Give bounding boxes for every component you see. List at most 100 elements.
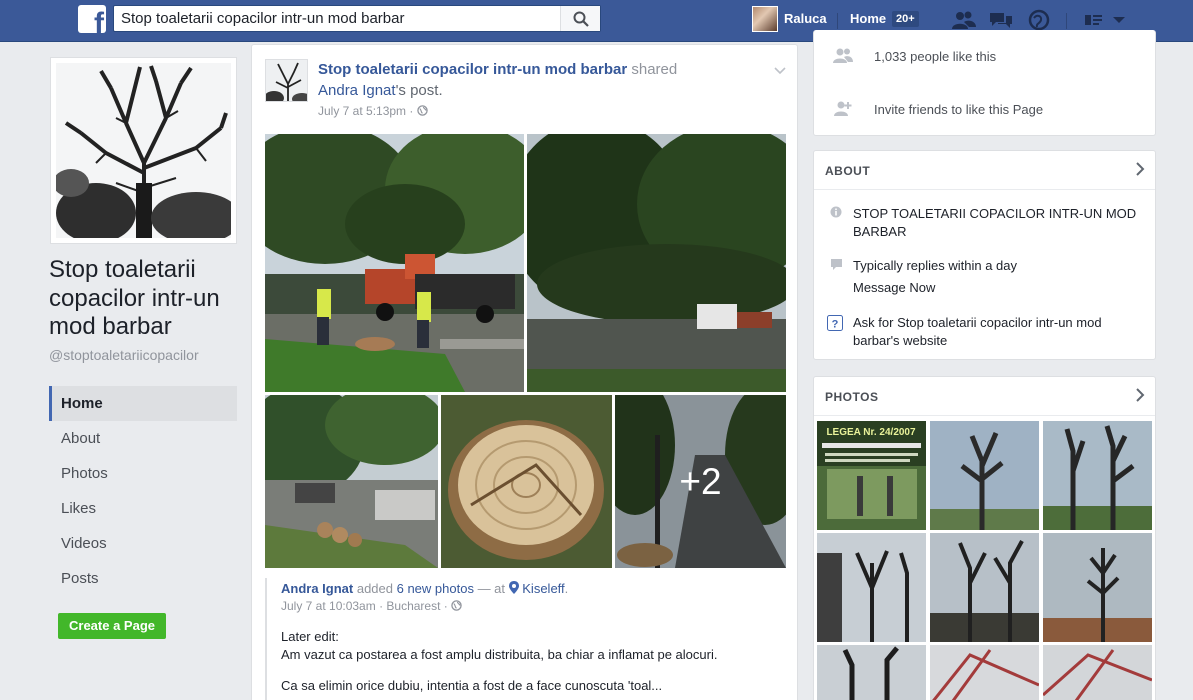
pruned-tree-image xyxy=(930,421,1039,530)
chevron-down-icon xyxy=(1113,17,1125,23)
page-profile-picture[interactable] xyxy=(50,57,237,244)
post-photo-1[interactable] xyxy=(265,134,524,392)
nav-item-likes[interactable]: Likes xyxy=(49,491,237,526)
photo-thumbnail[interactable] xyxy=(930,645,1039,700)
post-author-avatar[interactable] xyxy=(265,59,308,102)
info-icon xyxy=(830,206,842,218)
trees-building-image xyxy=(817,533,926,642)
place-period: . xyxy=(564,581,569,596)
search-icon xyxy=(573,11,589,27)
notifications-icon xyxy=(1028,9,1050,31)
post-shared-label: shared xyxy=(631,61,678,78)
photo-thumbnail[interactable] xyxy=(1043,421,1152,530)
add-friend-icon xyxy=(834,101,852,116)
post-photo-4[interactable] xyxy=(441,395,612,568)
about-see-all-button[interactable] xyxy=(1135,162,1145,181)
shared-added-label: added xyxy=(353,581,397,596)
create-page-button[interactable]: Create a Page xyxy=(58,613,166,639)
nav-item-photos[interactable]: Photos xyxy=(49,456,237,491)
nav-divider xyxy=(837,13,838,29)
messages-icon xyxy=(990,13,1012,28)
home-count-badge: 20+ xyxy=(892,11,919,27)
page-title: Stop toaletarii copacilor intr-un mod ba… xyxy=(49,256,220,340)
friend-requests-button[interactable] xyxy=(951,8,977,32)
about-card-title[interactable]: ABOUT xyxy=(825,164,870,178)
photos-card-title[interactable]: PHOTOS xyxy=(825,390,878,404)
nav-item-home[interactable]: Home xyxy=(49,386,237,421)
post-photo-3[interactable] xyxy=(265,395,438,568)
scaffold-trees-image xyxy=(1043,645,1152,700)
street-trees-image xyxy=(527,134,786,392)
globe-icon xyxy=(451,600,462,611)
pruned-trees-park-image xyxy=(1043,421,1152,530)
chevron-right-icon xyxy=(1136,162,1145,176)
message-now-link[interactable]: Message Now xyxy=(853,279,1145,297)
place-link[interactable]: Kiseleff xyxy=(522,581,564,596)
notifications-button[interactable] xyxy=(1026,8,1052,32)
search-box[interactable] xyxy=(113,5,601,32)
search-input[interactable] xyxy=(121,10,561,27)
nav-item-posts[interactable]: Posts xyxy=(49,561,237,596)
photo-thumbnail[interactable]: LEGEA Nr. 24/2007 xyxy=(817,421,926,530)
quick-help-button[interactable] xyxy=(1084,8,1104,32)
post-timestamp[interactable]: July 7 at 5:13pm xyxy=(318,104,406,118)
post-shared-from: Andra Ignat's post. xyxy=(318,82,443,99)
shared-timestamp[interactable]: July 7 at 10:03am xyxy=(281,599,376,613)
divider xyxy=(814,189,1155,190)
post-options-button[interactable] xyxy=(774,62,786,80)
shared-timestamp-row: July 7 at 10:03am · Bucharest · xyxy=(281,599,462,613)
tree-stump-image xyxy=(441,395,612,568)
workers-wood-chipper-image xyxy=(265,134,524,392)
timestamp-separator: · xyxy=(409,104,414,118)
logo-letter: f xyxy=(94,7,104,34)
page-username[interactable]: @stoptoaletariicopacilor xyxy=(49,347,199,363)
shared-post-content: Andra Ignat added 6 new photos — at Kise… xyxy=(265,578,790,700)
shared-location-link[interactable]: Bucharest xyxy=(386,599,440,613)
shared-author-link[interactable]: Andra Ignat xyxy=(281,581,353,596)
nav-item-about[interactable]: About xyxy=(49,421,237,456)
post-author-link[interactable]: Stop toaletarii copacilor intr-un mod ba… xyxy=(318,61,627,78)
shared-from-suffix: 's post. xyxy=(395,82,443,99)
chevron-down-icon xyxy=(774,67,786,75)
messages-button[interactable] xyxy=(988,8,1014,32)
post-photo-5-more[interactable]: +2 xyxy=(615,395,786,568)
home-link[interactable]: Home xyxy=(850,11,886,26)
facebook-logo-icon[interactable]: f xyxy=(78,5,106,33)
search-button[interactable] xyxy=(560,6,600,31)
shared-from-author-link[interactable]: Andra Ignat xyxy=(318,82,396,99)
nav-item-videos[interactable]: Videos xyxy=(49,526,237,561)
photo-thumbnail[interactable] xyxy=(817,533,926,642)
shared-at-label: — at xyxy=(473,581,509,596)
account-menu-button[interactable] xyxy=(1108,8,1130,32)
photo-thumbnail[interactable] xyxy=(930,533,1039,642)
more-photos-overlay[interactable]: +2 xyxy=(615,395,786,568)
branches-image xyxy=(817,645,926,700)
ask-website-link[interactable]: Ask for Stop toaletarii copacilor intr-u… xyxy=(853,314,1145,349)
user-profile-link[interactable]: Raluca xyxy=(784,11,827,26)
nav-divider xyxy=(1066,13,1067,29)
response-time-text: Typically replies within a day xyxy=(853,258,1018,273)
photo-thumbnail[interactable] xyxy=(1043,645,1152,700)
user-avatar[interactable] xyxy=(752,6,778,32)
shared-post-text-line: Later edit: xyxy=(281,629,339,644)
about-description: STOP TOALETARII COPACILOR INTR-UN MOD BA… xyxy=(853,206,1137,239)
shared-post-text-line: Am vazut ca postarea a fost amplu distri… xyxy=(281,647,718,662)
photo-thumbnail[interactable] xyxy=(1043,533,1152,642)
about-card: ABOUT STOP TOALETARII COPACILOR INTR-UN … xyxy=(813,150,1156,360)
photo-thumbnail[interactable] xyxy=(817,645,926,700)
shared-post-header: Andra Ignat added 6 new photos — at Kise… xyxy=(281,581,568,596)
new-photos-link[interactable]: 6 new photos xyxy=(397,581,474,596)
post-photo-2[interactable] xyxy=(527,134,786,392)
quick-help-icon xyxy=(1085,15,1102,25)
photos-card: PHOTOS LEGEA Nr. 24/2007 xyxy=(813,376,1156,700)
cut-logs-street-image xyxy=(265,395,438,568)
likes-card: 1,033 people like this Invite friends to… xyxy=(813,30,1156,136)
avatar-tree-image xyxy=(266,60,307,101)
invite-friends-link[interactable]: Invite friends to like this Page xyxy=(874,102,1043,117)
photo-thumbnail[interactable] xyxy=(930,421,1039,530)
svg-text:?: ? xyxy=(832,319,839,331)
bare-trees-image xyxy=(930,533,1039,642)
friend-requests-icon xyxy=(952,11,976,29)
photos-see-all-button[interactable] xyxy=(1135,388,1145,407)
shared-post-text-line: Ca sa elimin orice dubiu, intentia a fos… xyxy=(281,678,663,693)
